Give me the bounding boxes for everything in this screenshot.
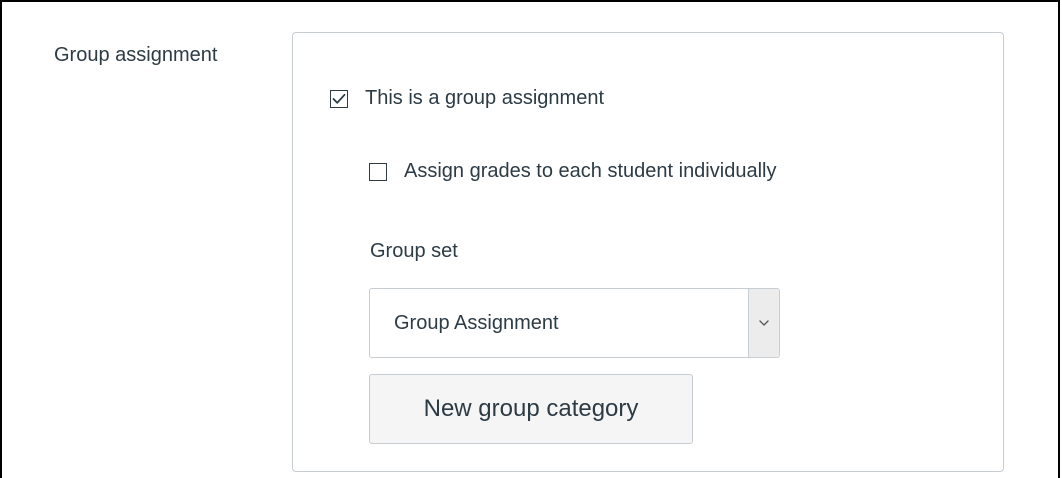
group-assignment-option[interactable]: This is a group assignment [330, 87, 604, 110]
chevron-down-icon [759, 320, 769, 326]
group-assignment-panel: This is a group assignment Assign grades… [292, 32, 1004, 472]
individual-grades-checkbox[interactable] [369, 162, 387, 181]
individual-grades-option[interactable]: Assign grades to each student individual… [369, 160, 776, 183]
group-assignment-checkbox[interactable] [330, 89, 348, 108]
group-assignment-label: This is a group assignment [365, 87, 605, 109]
group-set-selected-value: Group Assignment [394, 312, 559, 334]
new-group-category-button[interactable]: New group category [369, 374, 693, 444]
check-icon [332, 93, 346, 104]
section-label: Group assignment [54, 44, 218, 66]
group-set-select[interactable]: Group Assignment [369, 288, 780, 358]
group-set-label: Group set [370, 240, 458, 262]
select-arrow-button[interactable] [748, 289, 779, 357]
individual-grades-label: Assign grades to each student individual… [404, 160, 777, 182]
